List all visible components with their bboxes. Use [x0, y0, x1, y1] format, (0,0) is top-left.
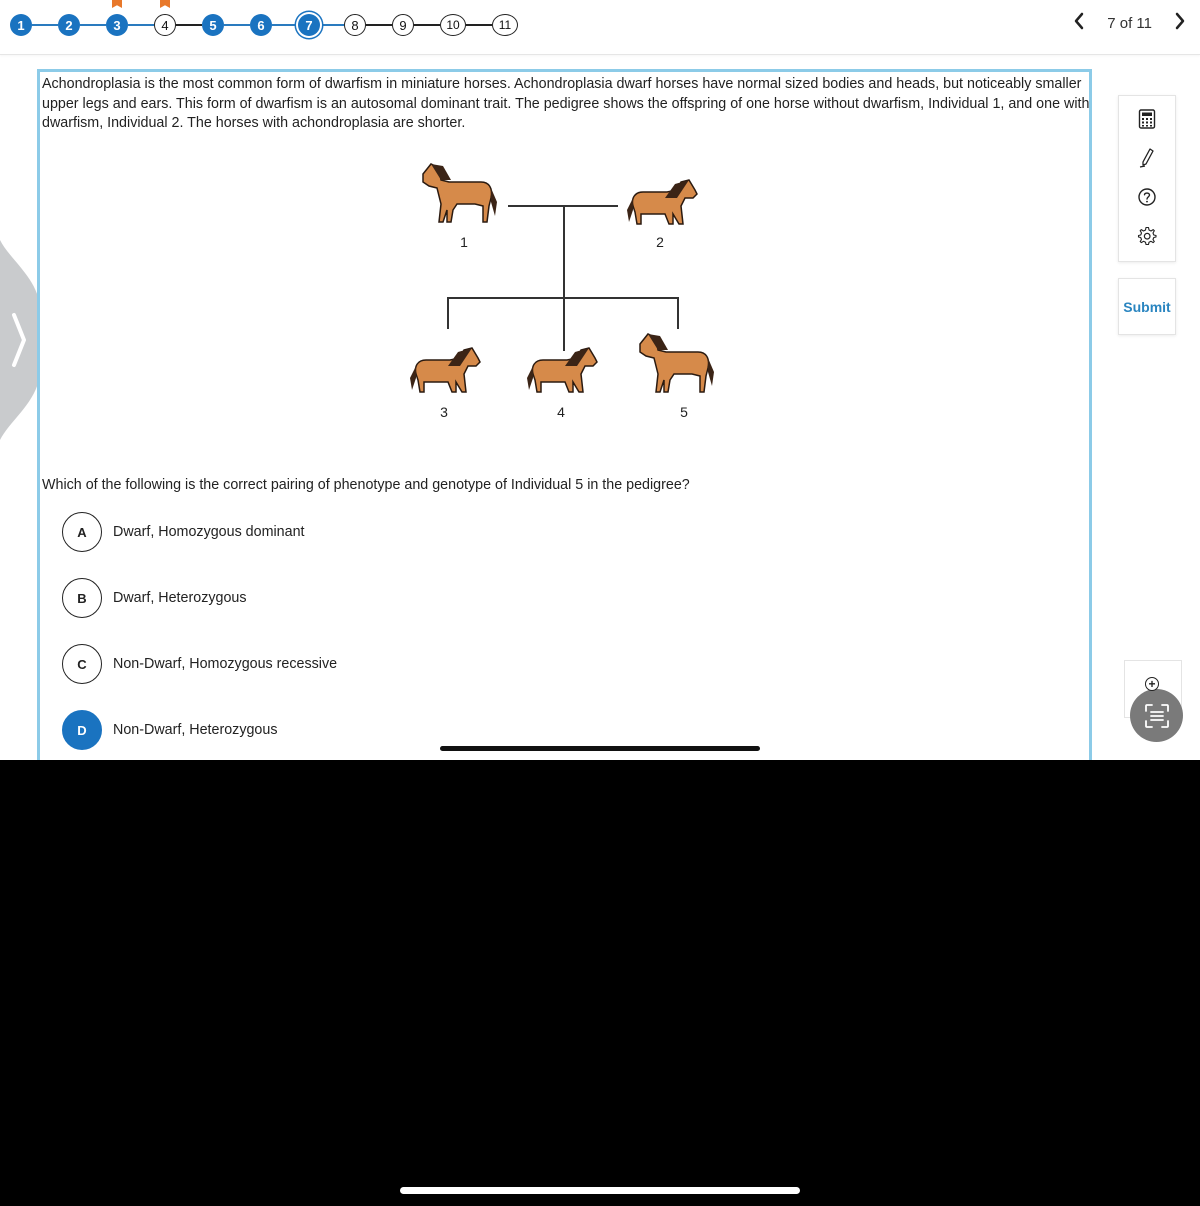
question-passage: Achondroplasia is the most common form o… [42, 76, 1090, 131]
question-pager: 7 of 11 [1073, 12, 1186, 34]
step-connector [320, 24, 344, 26]
step-connector [466, 24, 492, 26]
text-scan-button[interactable] [1130, 689, 1183, 742]
choice-d-bubble[interactable]: D [62, 710, 102, 750]
step-9[interactable]: 9 [392, 14, 414, 36]
individual-5-label: 5 [680, 404, 688, 420]
step-connector [224, 24, 250, 26]
horse-dwarf-icon [627, 179, 698, 225]
submit-button[interactable]: Submit [1118, 278, 1176, 335]
choice-a[interactable]: A Dwarf, Homozygous dominant [62, 512, 337, 552]
child-line-3 [447, 297, 449, 329]
child-line-5 [677, 297, 679, 329]
step-5[interactable]: 5 [202, 14, 224, 36]
choice-c[interactable]: C Non-Dwarf, Homozygous recessive [62, 644, 337, 684]
horse-normal-icon [422, 163, 497, 223]
pencil-icon[interactable] [1136, 147, 1158, 169]
help-icon[interactable] [1136, 186, 1158, 208]
pedigree-diagram: 1 2 3 4 5 [400, 152, 740, 422]
choice-b-bubble[interactable]: B [62, 578, 102, 618]
settings-icon[interactable] [1136, 225, 1158, 247]
step-connector [272, 24, 298, 26]
page-indicator: 7 of 11 [1107, 14, 1152, 32]
step-connector [366, 24, 392, 26]
step-connector [176, 24, 202, 26]
step-6[interactable]: 6 [250, 14, 272, 36]
home-indicator[interactable] [400, 1187, 800, 1194]
flag-icon [160, 0, 170, 8]
step-7-current[interactable]: 7 [298, 14, 320, 36]
step-3[interactable]: 3 [106, 14, 128, 36]
step-11[interactable]: 11 [492, 14, 518, 36]
step-connector [32, 24, 58, 26]
app-screen: 1 2 3 4 5 6 7 8 9 10 11 7 of 11 Achondro… [0, 0, 1200, 760]
horse-dwarf-icon [527, 347, 598, 393]
step-2[interactable]: 2 [58, 14, 80, 36]
choice-c-text: Non-Dwarf, Homozygous recessive [113, 656, 338, 672]
step-4[interactable]: 4 [154, 14, 176, 36]
scroll-indicator [440, 746, 760, 751]
step-connector [128, 24, 154, 26]
individual-3-label: 3 [440, 404, 448, 420]
choice-d-text: Non-Dwarf, Heterozygous [113, 722, 278, 738]
side-panel-toggle[interactable] [0, 240, 42, 440]
question-stepper: 1 2 3 4 5 6 7 8 9 10 11 [10, 0, 518, 38]
horse-normal-icon [639, 333, 714, 393]
flag-icon [112, 0, 122, 8]
choice-d-selected[interactable]: D Non-Dwarf, Heterozygous [62, 710, 337, 750]
plus-icon[interactable]: + [1145, 677, 1159, 691]
choice-a-text: Dwarf, Homozygous dominant [113, 524, 305, 540]
descent-line [563, 205, 565, 351]
step-8[interactable]: 8 [344, 14, 366, 36]
horse-dwarf-icon [410, 347, 481, 393]
choice-b[interactable]: B Dwarf, Heterozygous [62, 578, 337, 618]
tool-panel [1118, 95, 1176, 262]
step-1[interactable]: 1 [10, 14, 32, 36]
question-stem: Which of the following is the correct pa… [42, 477, 690, 493]
choice-c-bubble[interactable]: C [62, 644, 102, 684]
step-connector [80, 24, 106, 26]
choice-b-text: Dwarf, Heterozygous [113, 590, 247, 606]
chevron-right-icon[interactable] [1174, 12, 1186, 34]
chevron-left-icon[interactable] [1073, 12, 1085, 34]
top-bar: 1 2 3 4 5 6 7 8 9 10 11 7 of 11 [0, 0, 1200, 55]
answer-choices: A Dwarf, Homozygous dominant B Dwarf, He… [62, 512, 337, 760]
individual-4-label: 4 [557, 404, 565, 420]
individual-2-label: 2 [656, 234, 664, 250]
child-line-4 [563, 297, 565, 329]
calculator-icon[interactable] [1136, 108, 1158, 130]
step-10[interactable]: 10 [440, 14, 466, 36]
individual-1-label: 1 [460, 234, 468, 250]
text-scan-icon [1144, 703, 1169, 728]
question-content: Achondroplasia is the most common form o… [37, 69, 1092, 760]
step-connector [414, 24, 440, 26]
choice-a-bubble[interactable]: A [62, 512, 102, 552]
